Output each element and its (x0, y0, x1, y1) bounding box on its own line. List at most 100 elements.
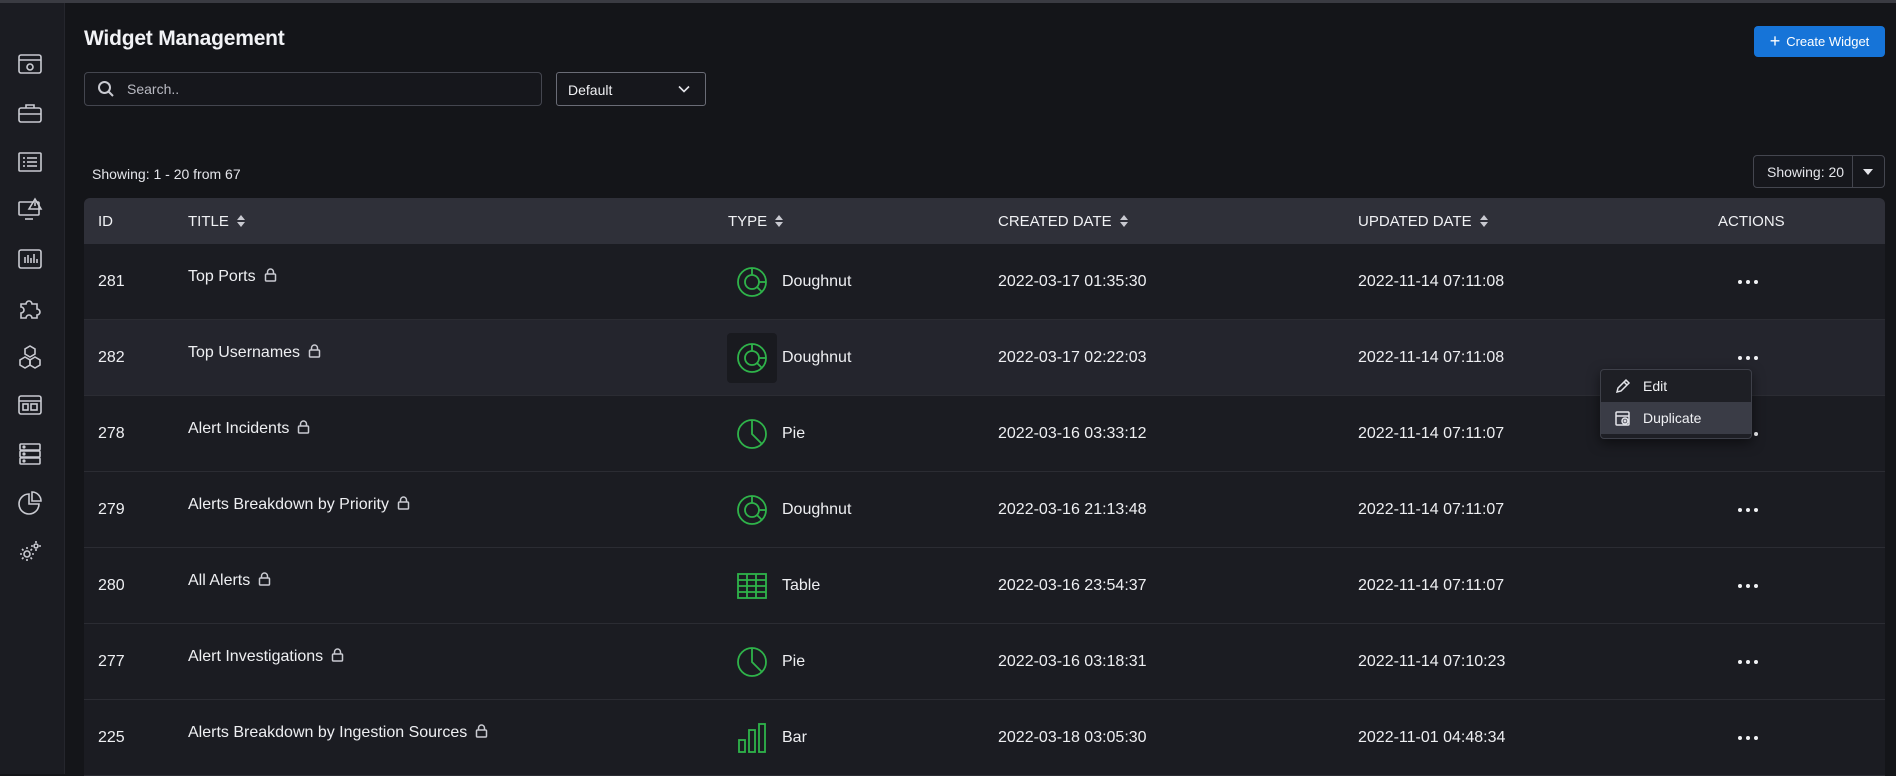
header-id: ID (98, 212, 113, 230)
row-type: Bar (736, 700, 807, 775)
row-type: Pie (736, 624, 805, 699)
row-actions (1733, 700, 1763, 775)
row-updated-date: 2022-11-14 07:11:08 (1358, 348, 1505, 366)
pie-chart-icon[interactable] (17, 490, 43, 516)
pencil-icon (1615, 378, 1631, 393)
filter-selected-value: Default (568, 82, 613, 98)
row-id: 225 (98, 728, 125, 746)
alert-monitor-icon[interactable] (17, 197, 43, 223)
row-id: 278 (98, 424, 125, 442)
row-type: Table (736, 548, 820, 623)
table-row[interactable]: 277 Alert Investigations Pie 2022-03-16 … (84, 624, 1885, 700)
table-row[interactable]: 281 Top Ports Doughnut 2022-03-17 01:35:… (84, 244, 1885, 320)
doughnut-chart-icon (727, 332, 777, 383)
header-title[interactable]: TITLE (188, 198, 245, 244)
row-id: 280 (98, 576, 125, 594)
dashboard-icon[interactable] (17, 51, 43, 77)
lock-icon (258, 572, 271, 586)
row-title: All Alerts (188, 548, 271, 623)
more-actions-icon[interactable] (1733, 348, 1763, 368)
row-updated-date: 2022-11-01 04:48:34 (1358, 728, 1506, 746)
lock-icon (475, 724, 488, 738)
sort-icon (1119, 215, 1128, 227)
more-actions-icon[interactable] (1733, 500, 1763, 520)
lock-icon (297, 420, 310, 434)
row-updated-date: 2022-11-14 07:10:23 (1358, 652, 1506, 670)
row-title: Top Ports (188, 244, 277, 319)
lock-icon (308, 344, 321, 358)
more-actions-icon[interactable] (1733, 272, 1763, 292)
table-row[interactable]: 279 Alerts Breakdown by Priority Doughnu… (84, 472, 1885, 548)
row-created-date: 2022-03-16 03:18:31 (998, 652, 1147, 670)
page-size-label: Showing: 20 (1767, 163, 1845, 180)
row-updated-date: 2022-11-14 07:11:07 (1358, 424, 1505, 442)
row-title: Alert Incidents (188, 396, 310, 471)
row-updated-date: 2022-11-14 07:11:08 (1358, 272, 1505, 290)
sort-icon (775, 215, 784, 227)
top-border (0, 0, 1896, 3)
header-created-date[interactable]: CREATED DATE (998, 198, 1128, 244)
search-box (84, 72, 542, 106)
row-title: Alerts Breakdown by Ingestion Sources (188, 700, 488, 775)
row-actions-menu: Edit Duplicate (1600, 369, 1752, 439)
search-input[interactable] (125, 80, 529, 98)
row-created-date: 2022-03-16 21:13:48 (998, 500, 1147, 518)
lock-icon (397, 496, 410, 510)
row-actions (1733, 244, 1763, 319)
row-type: Pie (736, 396, 805, 471)
pie-chart-icon (736, 418, 768, 450)
sort-icon (236, 215, 245, 227)
bar-chart-icon[interactable] (17, 246, 43, 272)
widgets-table: ID TITLE TYPE CREATED DATE UPDATED DATE … (84, 198, 1885, 776)
row-created-date: 2022-03-17 02:22:03 (998, 348, 1147, 366)
more-actions-icon[interactable] (1733, 576, 1763, 596)
header-actions: ACTIONS (1718, 212, 1785, 230)
row-created-date: 2022-03-16 03:33:12 (998, 424, 1147, 442)
row-actions (1733, 624, 1763, 699)
row-created-date: 2022-03-18 03:05:30 (998, 728, 1147, 746)
doughnut-chart-icon (736, 266, 768, 298)
caret-down-icon (1863, 168, 1874, 175)
row-id: 282 (98, 348, 125, 366)
more-actions-icon[interactable] (1733, 728, 1763, 748)
more-actions-icon[interactable] (1733, 652, 1763, 672)
table-header: ID TITLE TYPE CREATED DATE UPDATED DATE … (84, 198, 1885, 244)
menu-item-duplicate[interactable]: Duplicate (1601, 402, 1751, 434)
row-title: Top Usernames (188, 320, 321, 395)
row-created-date: 2022-03-16 23:54:37 (998, 576, 1147, 594)
lock-icon (331, 648, 344, 662)
bar-chart-icon (736, 722, 768, 754)
filter-dropdown[interactable]: Default (556, 72, 706, 106)
settings-gears-icon[interactable] (17, 539, 43, 565)
menu-item-edit[interactable]: Edit (1601, 370, 1751, 402)
puzzle-icon[interactable] (17, 295, 43, 321)
briefcase-icon[interactable] (17, 100, 43, 126)
row-updated-date: 2022-11-14 07:11:07 (1358, 576, 1505, 594)
header-type[interactable]: TYPE (728, 198, 784, 244)
create-widget-label: Create Widget (1786, 34, 1870, 49)
row-type: Doughnut (727, 320, 851, 395)
lock-icon (264, 268, 277, 282)
row-title: Alerts Breakdown by Priority (188, 472, 410, 547)
cubes-icon[interactable] (17, 344, 43, 370)
servers-icon[interactable] (17, 441, 43, 467)
row-actions (1733, 472, 1763, 547)
table-row[interactable]: 280 All Alerts Table 2022-03-16 23:54:37… (84, 548, 1885, 624)
row-actions (1733, 548, 1763, 623)
row-title: Alert Investigations (188, 624, 344, 699)
table-row[interactable]: 225 Alerts Breakdown by Ingestion Source… (84, 700, 1885, 776)
page-size-caret[interactable] (1851, 156, 1884, 187)
chevron-down-icon (678, 85, 690, 93)
row-type: Doughnut (736, 244, 851, 319)
header-updated-date[interactable]: UPDATED DATE (1358, 198, 1488, 244)
widget-panel-icon[interactable] (17, 392, 43, 418)
duplicate-icon (1615, 410, 1630, 426)
row-type: Doughnut (736, 472, 851, 547)
list-icon[interactable] (17, 149, 43, 175)
doughnut-chart-icon (736, 494, 768, 526)
sidebar (0, 3, 65, 774)
create-widget-button[interactable]: + Create Widget (1754, 26, 1885, 57)
page-size-dropdown[interactable]: Showing: 20 (1753, 155, 1885, 188)
page-title: Widget Management (84, 27, 285, 50)
search-icon (98, 81, 114, 97)
